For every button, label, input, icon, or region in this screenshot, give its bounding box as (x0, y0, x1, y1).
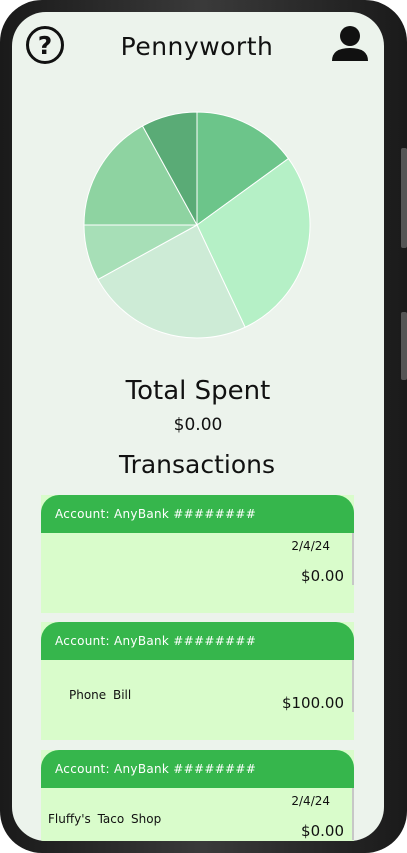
profile-person-icon[interactable] (330, 24, 370, 64)
volume-button (401, 148, 407, 248)
transaction-amount: $0.00 (301, 567, 344, 585)
transaction-card[interactable]: Account: AnyBank ######## 2/4/24 $0.00 (41, 495, 354, 613)
card-account: Account: AnyBank ######## (41, 622, 354, 660)
transaction-description: Fluffy's Taco Shop (48, 812, 162, 826)
transaction-card[interactable]: Account: AnyBank ######## Phone Bill $10… (41, 622, 354, 740)
transaction-description: Phone Bill (69, 688, 132, 702)
transaction-date: 2/4/24 (291, 794, 330, 808)
app-title: Pennyworth (120, 32, 274, 61)
total-spent-value: $0.00 (173, 415, 223, 435)
card-divider (352, 533, 354, 585)
card-divider (352, 660, 354, 712)
card-account: Account: AnyBank ######## (41, 750, 354, 788)
app-header: ? Pennyworth (12, 12, 384, 82)
transaction-amount: $100.00 (281, 694, 344, 712)
total-spent-label: Total Spent (125, 376, 271, 406)
power-button (401, 312, 407, 380)
transaction-date: 2/4/24 (291, 539, 330, 553)
phone-frame: ? Pennyworth Total Spent $0.00 Transacti… (0, 0, 407, 853)
transactions-heading: Transactions (118, 450, 276, 479)
card-divider (352, 788, 354, 840)
app-screen: ? Pennyworth Total Spent $0.00 Transacti… (12, 12, 384, 841)
spending-pie-chart (83, 111, 311, 339)
transaction-card[interactable]: Account: AnyBank ######## 2/4/24 Fluffy'… (41, 750, 354, 841)
transaction-amount: $0.00 (301, 822, 344, 840)
card-account: Account: AnyBank ######## (41, 495, 354, 533)
